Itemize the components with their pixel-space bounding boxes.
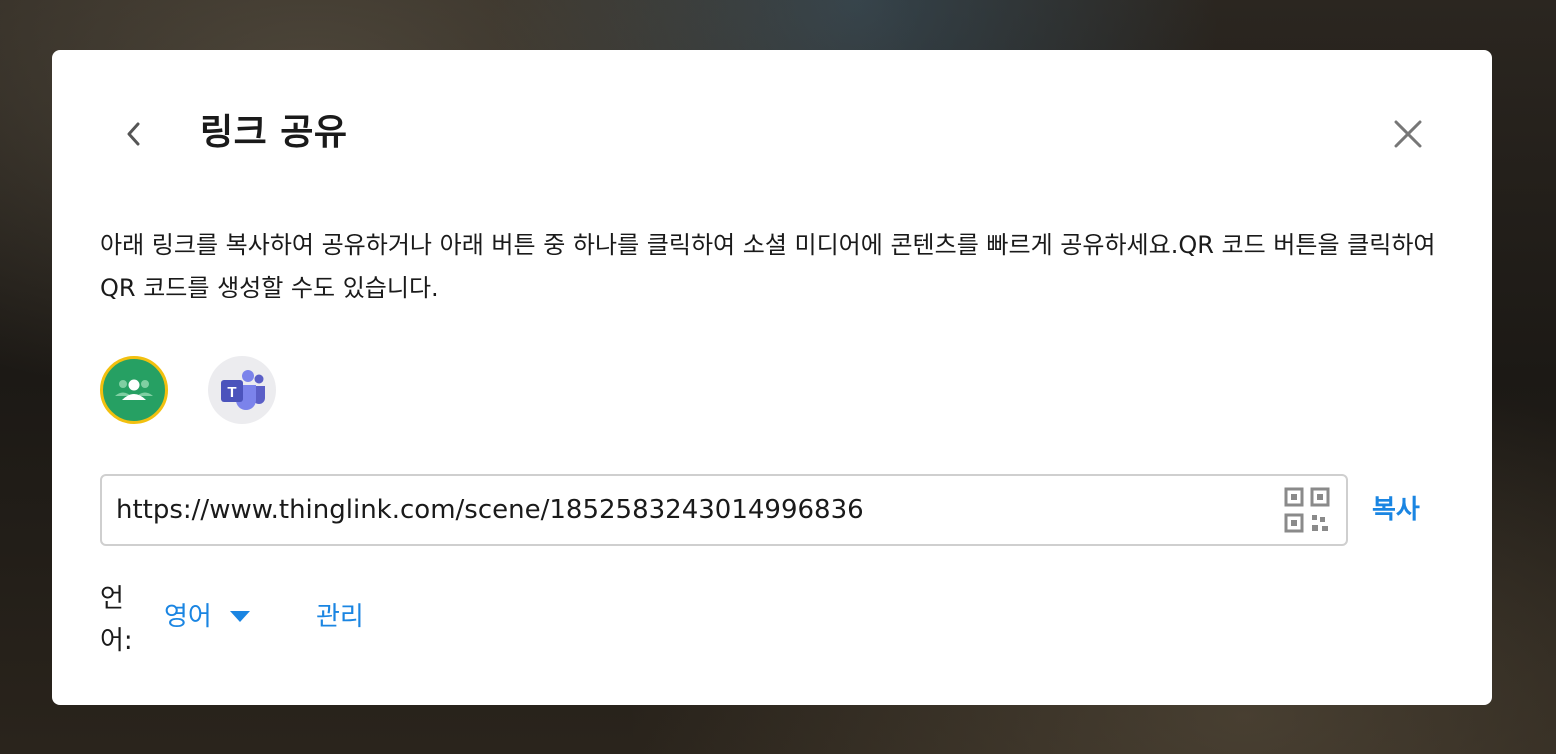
language-label: 언어: [100, 584, 133, 656]
back-button[interactable] [118, 112, 150, 156]
chevron-left-icon [127, 122, 140, 146]
close-icon [1394, 120, 1422, 148]
google-classroom-icon [115, 379, 153, 400]
qr-code-button[interactable] [1282, 485, 1332, 535]
google-classroom-share-button[interactable] [100, 356, 168, 424]
close-button[interactable] [1388, 114, 1428, 154]
svg-text:T: T [227, 384, 236, 401]
caret-down-icon [229, 611, 250, 622]
share-buttons: T [100, 356, 276, 424]
share-link-input[interactable] [116, 476, 1266, 544]
microsoft-teams-icon: T [221, 370, 265, 410]
language-dropdown[interactable]: 영어 [164, 596, 250, 638]
copy-button[interactable]: 복사 [1372, 490, 1420, 530]
share-link-dialog: 링크 공유 아래 링크를 복사하여 공유하거나 아래 버튼 중 하나를 클릭하여… [52, 50, 1492, 705]
dialog-description: 아래 링크를 복사하여 공유하거나 아래 버튼 중 하나를 클릭하여 소셜 미디… [100, 231, 1436, 302]
link-field [100, 474, 1348, 546]
manage-languages-link[interactable]: 관리 [316, 596, 364, 638]
link-row: 복사 [100, 474, 1424, 546]
microsoft-teams-share-button[interactable]: T [208, 356, 276, 424]
dialog-title: 링크 공유 [200, 112, 348, 153]
qr-code-icon [1284, 487, 1330, 533]
language-selected-value: 영어 [164, 602, 212, 632]
